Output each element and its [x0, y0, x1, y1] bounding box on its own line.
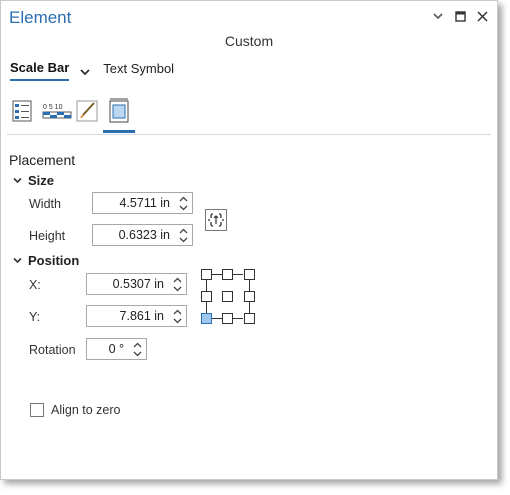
spin-down-icon[interactable]	[179, 235, 188, 244]
spin-down-icon[interactable]	[179, 203, 188, 212]
anchor-connector	[249, 302, 250, 313]
anchor-connector	[212, 318, 222, 319]
anchor-connector	[206, 280, 207, 291]
spin-down-icon[interactable]	[173, 284, 182, 293]
element-name: Custom	[224, 33, 274, 49]
property-tabs: 0 5 10	[10, 98, 135, 133]
scale-bar-icon[interactable]: 0 5 10	[42, 98, 72, 124]
anchor-bottom-right[interactable]	[244, 313, 255, 324]
placement-heading: Placement	[9, 152, 76, 168]
anchor-connector	[233, 274, 243, 275]
align-to-zero-row: Align to zero	[30, 403, 120, 417]
position-group-toggle[interactable]: Position	[13, 253, 79, 268]
lock-aspect-ratio-button[interactable]	[205, 209, 227, 231]
chevron-down-icon	[13, 177, 22, 184]
x-stepper	[170, 274, 184, 294]
spin-up-icon[interactable]	[133, 340, 142, 349]
x-label: X:	[29, 278, 41, 292]
chevron-down-icon	[13, 257, 22, 264]
height-value: 0.6323 in	[118, 228, 170, 242]
rotation-value: 0 °	[108, 342, 124, 356]
x-value: 0.5307 in	[112, 277, 164, 291]
width-stepper	[176, 193, 190, 213]
width-value: 4.5711 in	[119, 196, 170, 210]
anchor-top-left[interactable]	[201, 269, 212, 280]
title-bar: Element	[1, 1, 497, 35]
anchor-middle-left[interactable]	[201, 291, 212, 302]
y-label: Y:	[29, 310, 41, 324]
x-input[interactable]: 0.5307 in	[86, 273, 187, 295]
height-label: Height	[29, 229, 66, 243]
anchor-bottom-left[interactable]	[201, 313, 212, 324]
anchor-top-right[interactable]	[244, 269, 255, 280]
anchor-top-center[interactable]	[222, 269, 233, 280]
height-input[interactable]: 0.6323 in	[92, 224, 193, 246]
anchor-center[interactable]	[222, 291, 233, 302]
element-scale-bar[interactable]: Scale Bar	[10, 60, 70, 81]
element-selector: Scale Bar Text Symbol	[10, 60, 174, 81]
width-input[interactable]: 4.5711 in	[92, 192, 193, 214]
rotation-input[interactable]: 0 °	[86, 338, 147, 360]
width-label: Width	[29, 197, 61, 211]
link-icon	[208, 213, 224, 227]
options-icon[interactable]	[10, 98, 36, 124]
pane-title: Element	[9, 8, 72, 27]
position-label: Position	[28, 253, 80, 268]
y-value: 7.861 in	[119, 309, 164, 323]
rotation-stepper	[130, 339, 144, 359]
close-icon[interactable]	[475, 9, 489, 23]
rotation-label: Rotation	[29, 343, 76, 357]
height-stepper	[176, 225, 190, 245]
anchor-connector	[206, 302, 207, 313]
element-pane: Element Custom Scale Bar Text Symbol 0 5…	[0, 0, 498, 480]
chevron-down-icon[interactable]	[79, 65, 91, 77]
spin-up-icon[interactable]	[173, 307, 182, 316]
anchor-connector	[212, 274, 222, 275]
align-to-zero-label: Align to zero	[51, 403, 121, 417]
maximize-icon[interactable]	[453, 9, 467, 23]
spin-up-icon[interactable]	[173, 275, 182, 284]
display-icon[interactable]	[103, 98, 135, 133]
spin-up-icon[interactable]	[179, 194, 188, 203]
y-input[interactable]: 7.861 in	[86, 305, 187, 327]
svg-text:0 5 10: 0 5 10	[43, 104, 63, 111]
size-group-toggle[interactable]: Size	[13, 173, 54, 188]
window-controls	[431, 9, 489, 23]
element-text-symbol[interactable]: Text Symbol	[103, 61, 174, 80]
anchor-connector	[233, 318, 243, 319]
size-label: Size	[28, 173, 55, 188]
symbol-brush-icon[interactable]	[74, 98, 100, 124]
anchor-middle-right[interactable]	[244, 291, 255, 302]
divider	[7, 134, 491, 135]
chevron-down-icon[interactable]	[431, 9, 445, 23]
anchor-bottom-center[interactable]	[222, 313, 233, 324]
spin-down-icon[interactable]	[133, 349, 142, 358]
anchor-connector	[249, 280, 250, 291]
align-to-zero-checkbox[interactable]	[30, 403, 44, 417]
spin-down-icon[interactable]	[173, 316, 182, 325]
anchor-point-grid	[201, 269, 255, 325]
y-stepper	[170, 306, 184, 326]
spin-up-icon[interactable]	[179, 226, 188, 235]
